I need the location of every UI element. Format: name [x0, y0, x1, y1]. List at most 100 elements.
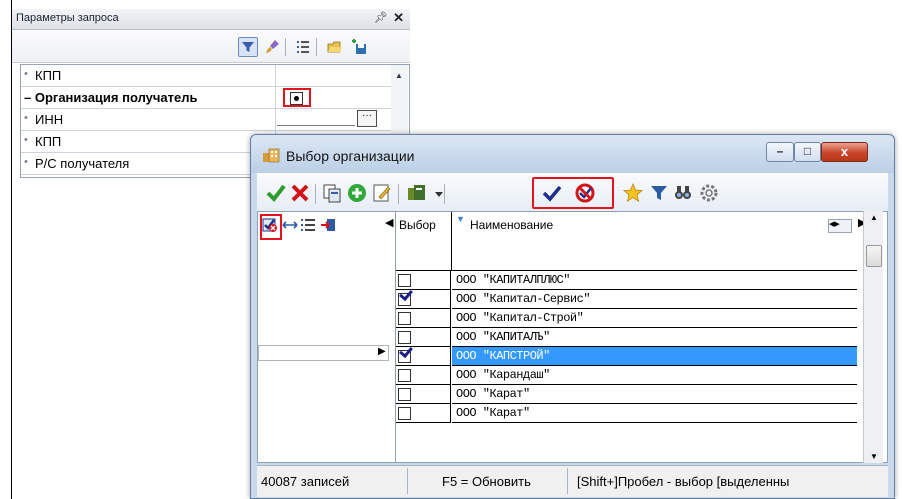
window-titlebar[interactable]: Выбор организации – □ x — [251, 135, 894, 173]
select-cell[interactable] — [396, 328, 451, 347]
table-row[interactable]: ООО "Карандаш" — [396, 366, 857, 385]
edit-icon[interactable] — [371, 182, 393, 204]
minimize-button[interactable]: – — [766, 142, 794, 162]
name-cell[interactable]: ООО "Карандаш" — [452, 366, 857, 385]
save-icon[interactable] — [349, 37, 369, 57]
params-panel-title: Параметры запроса — [16, 12, 119, 24]
prop-group-label: – Организация получатель — [24, 90, 198, 105]
row-checkbox[interactable] — [398, 293, 411, 306]
select-cell[interactable] — [396, 271, 451, 290]
collapse-icon[interactable]: – — [24, 90, 31, 105]
organization-name: ООО "Карандаш" — [456, 368, 550, 382]
collapse-left-icon[interactable]: ◀ — [385, 216, 393, 229]
pin-icon[interactable]: 📌︎ — [374, 11, 388, 24]
toggle-check-icon[interactable] — [262, 217, 278, 233]
toolbar-separator — [316, 38, 317, 56]
scroll-up-icon[interactable]: ▲ — [395, 71, 403, 80]
confirm-icon[interactable] — [265, 182, 287, 204]
window-content: ◀ ▶ Выбор ▼ Наименование ◀▶ ООО "КАПИТАЛ… — [257, 211, 888, 463]
column-header-label: Выбор — [399, 218, 436, 232]
favorite-star-icon[interactable] — [622, 182, 644, 204]
name-cell[interactable]: ООО "Карат" — [452, 404, 857, 423]
name-cell[interactable]: ООО "КАПИТАЛПЛЮС" — [452, 271, 857, 290]
select-cell[interactable] — [396, 404, 451, 423]
cancel-icon[interactable] — [289, 182, 311, 204]
maximize-button[interactable]: □ — [794, 142, 821, 162]
name-cell[interactable]: ООО "Капитал-Строй" — [452, 309, 857, 328]
name-cell[interactable]: ООО "КАПИТАЛЪ" — [452, 328, 857, 347]
expand-columns-icon[interactable] — [282, 217, 298, 233]
row-checkbox[interactable] — [398, 350, 411, 363]
table-row[interactable]: ООО "КАПИТАЛЪ" — [396, 328, 857, 347]
table-row[interactable]: ООО "КАПИТАЛПЛЮС" — [396, 271, 857, 290]
selection-hint: [Shift+]Пробел - выбор [выделенны — [577, 474, 790, 489]
bullet-icon: • — [24, 68, 28, 80]
row-checkbox[interactable] — [398, 274, 411, 287]
scroll-down-icon[interactable]: ▼ — [870, 452, 878, 461]
prop-label: Р/С получателя — [35, 156, 130, 171]
scroll-up-icon[interactable]: ▲ — [870, 213, 878, 222]
row-checkbox[interactable] — [398, 369, 411, 382]
status-separator — [407, 468, 408, 494]
deselect-all-icon[interactable] — [574, 182, 596, 204]
table-row[interactable]: ООО "Капитал-Строй" — [396, 309, 857, 328]
vertical-scrollbar[interactable]: ▲ ▼ — [863, 211, 883, 463]
name-cell[interactable]: ООО "Карат" — [452, 385, 857, 404]
column-header-name[interactable]: ▼ Наименование ◀▶ — [452, 212, 857, 271]
select-cell[interactable] — [396, 347, 451, 366]
table-row[interactable]: ООО "Карат" — [396, 404, 857, 423]
row-checkbox[interactable] — [398, 407, 411, 420]
row-checkbox[interactable] — [398, 388, 411, 401]
export-icon[interactable] — [320, 217, 336, 233]
inn-field[interactable] — [277, 111, 355, 126]
list-icon[interactable] — [293, 37, 313, 57]
brush-icon[interactable] — [262, 37, 282, 57]
select-all-icon[interactable] — [541, 182, 563, 204]
prop-row-kpp[interactable]: • КПП — [21, 65, 391, 87]
prop-label: ИНН — [35, 112, 64, 127]
bullet-icon: • — [24, 134, 28, 146]
select-cell[interactable] — [396, 366, 451, 385]
scroll-thumb[interactable] — [866, 245, 882, 267]
add-icon[interactable] — [346, 182, 368, 204]
organization-name: ООО "КАПСТРОЙ" — [456, 349, 550, 363]
open-folder-icon[interactable] — [325, 37, 345, 57]
highlight-frame — [283, 88, 311, 107]
window-toolbar — [257, 173, 888, 211]
find-icon[interactable] — [672, 182, 694, 204]
close-button[interactable]: x — [821, 142, 868, 162]
prop-label: КПП — [35, 134, 62, 149]
settings-gear-icon[interactable] — [698, 182, 720, 204]
name-cell[interactable]: ООО "КАПСТРОЙ" — [452, 347, 857, 366]
filter-icon[interactable] — [648, 182, 670, 204]
minimize-icon: – — [776, 144, 784, 158]
bullet-icon: • — [24, 112, 28, 124]
table-row[interactable]: ООО "Карат" — [396, 385, 857, 404]
dropdown-arrow-icon[interactable] — [428, 182, 443, 204]
close-icon[interactable]: ✕ — [393, 10, 404, 26]
list-icon[interactable] — [300, 217, 316, 233]
select-cell[interactable] — [396, 309, 451, 328]
organization-name: ООО "Карат" — [456, 406, 530, 420]
column-header-label: Наименование — [470, 218, 554, 232]
select-cell[interactable] — [396, 290, 451, 309]
table-row[interactable]: ООО "КАПСТРОЙ" — [396, 347, 857, 366]
refresh-hint: F5 = Обновить — [442, 474, 531, 489]
ellipsis-button[interactable]: ··· — [357, 110, 377, 127]
report-icon[interactable] — [406, 182, 428, 204]
filter-icon[interactable] — [238, 37, 258, 57]
name-cell[interactable]: ООО "Капитал-Сервис" — [452, 290, 857, 309]
prop-row-inn[interactable]: • ИНН ··· — [21, 109, 391, 131]
select-toggle-checkbox[interactable] — [290, 92, 303, 105]
copy-icon[interactable] — [321, 182, 343, 204]
column-header-select[interactable]: Выбор — [396, 212, 452, 271]
select-cell[interactable] — [396, 385, 451, 404]
row-checkbox[interactable] — [398, 331, 411, 344]
row-checkbox[interactable] — [398, 312, 411, 325]
prop-group-recipient[interactable]: – Организация получатель — [21, 87, 391, 109]
column-scroll-buttons[interactable]: ◀▶ — [828, 219, 852, 233]
params-panel-header: Параметры запроса 📌︎ ✕ — [12, 9, 410, 30]
maximize-icon: □ — [803, 144, 812, 158]
table-row[interactable]: ООО "Капитал-Сервис" — [396, 290, 857, 309]
status-bar: 40087 записей F5 = Обновить [Shift+]Проб… — [257, 465, 888, 497]
